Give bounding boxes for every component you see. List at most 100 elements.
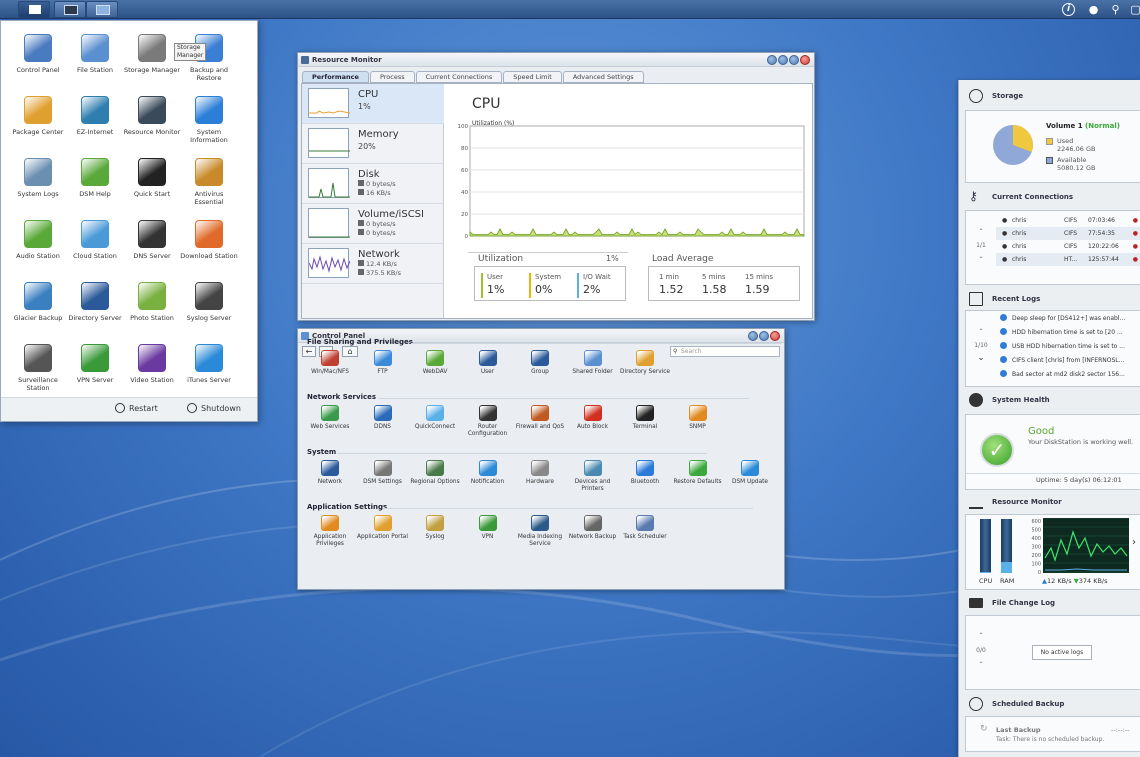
log-row[interactable]: Deep sleep for [DS412+] was enabl... (996, 313, 1140, 325)
user-icon[interactable]: ● (1086, 2, 1101, 17)
tab-process[interactable]: Process (369, 71, 415, 83)
connection-row[interactable]: ● ● chris CIFS 77:54:35 (996, 227, 1140, 240)
menu-item-glacier-backup[interactable]: Glacier Backup (9, 282, 67, 322)
kick-icon[interactable]: ● (1133, 253, 1138, 266)
prev-page-icon[interactable]: ⌃ (970, 632, 992, 639)
next-page-icon[interactable]: ⌄ (970, 658, 992, 665)
menu-item-download-station[interactable]: Download Station (180, 220, 238, 260)
cp-item-ftp[interactable]: FTP (357, 350, 409, 376)
connection-row[interactable]: ● ● chris CIFS 120:22:06 (996, 240, 1140, 253)
shutdown-button[interactable]: Shutdown (187, 403, 241, 413)
side-item-cpu[interactable]: CPU 1% (302, 84, 444, 124)
menu-item-storage-manager[interactable]: Storage Manager (123, 34, 181, 74)
cp-item-hardware[interactable]: Hardware (514, 460, 566, 486)
side-item-network[interactable]: Network 12.4 KB/s 375.5 KB/s (302, 244, 444, 284)
menu-item-vpn-server[interactable]: VPN Server (66, 344, 124, 384)
cp-item-ddns[interactable]: DDNS (357, 405, 409, 431)
menu-item-resource-monitor[interactable]: Resource Monitor (123, 96, 181, 136)
info-icon[interactable]: i (1062, 3, 1075, 16)
side-item-volumeiscsi[interactable]: Volume/iSCSI 0 bytes/s 0 bytes/s (302, 204, 444, 244)
cp-item-group[interactable]: Group (514, 350, 566, 376)
cp-item-syslog[interactable]: Syslog (409, 515, 461, 541)
prev-page-icon[interactable]: ⌃ (970, 328, 992, 335)
menu-item-control-panel[interactable]: Control Panel (9, 34, 67, 74)
cp-item-dsm-update[interactable]: DSM Update (724, 460, 776, 486)
cp-item-network-backup[interactable]: Network Backup (567, 515, 619, 541)
menu-item-quick-start[interactable]: Quick Start (123, 158, 181, 198)
log-row[interactable]: USB HDD hibernation time is set to ... (996, 341, 1140, 353)
log-row[interactable]: Bad sector at md2 disk2 sector 156... (996, 369, 1140, 381)
chevron-right-icon[interactable]: › (1132, 537, 1136, 548)
menu-item-audio-station[interactable]: Audio Station (9, 220, 67, 260)
taskbar-resource-monitor-button[interactable] (54, 1, 86, 18)
cp-item-snmp[interactable]: SNMP (672, 405, 724, 431)
connections-widget-header[interactable]: ⚷ Current Connections (959, 187, 1140, 207)
cp-item-firewall[interactable]: Firewall and QoS (514, 405, 566, 431)
cp-item-task-scheduler[interactable]: Task Scheduler (619, 515, 671, 541)
cp-item-regional-options[interactable]: Regional Options (409, 460, 461, 486)
menu-item-photo-station[interactable]: Photo Station (123, 282, 181, 322)
cp-item-restore-defaults[interactable]: Restore Defaults (672, 460, 724, 486)
resource-widget-header[interactable]: Resource Monitor (959, 492, 1140, 512)
kick-icon[interactable]: ● (1133, 227, 1138, 240)
side-item-memory[interactable]: Memory 20% (302, 124, 444, 164)
cp-item-auto-block[interactable]: Auto Block (567, 405, 619, 431)
cp-item-webdav[interactable]: WebDAV (409, 350, 461, 376)
search-icon[interactable]: ⚲ (1108, 2, 1123, 17)
menu-item-directory-server[interactable]: Directory Server (66, 282, 124, 322)
menu-item-package-center[interactable]: Package Center (9, 96, 67, 136)
menu-item-syslog-server[interactable]: Syslog Server (180, 282, 238, 322)
menu-item-antivirus[interactable]: Antivirus Essential (180, 158, 238, 206)
log-row[interactable]: HDD hibernation time is set to [20 ... (996, 327, 1140, 339)
log-row[interactable]: CIFS client [chris] from [INFERNOSL... (996, 355, 1140, 367)
widgets-icon[interactable]: ▢ (1128, 2, 1140, 17)
cp-item-router[interactable]: Router Configuration (462, 405, 514, 438)
restart-button[interactable]: Restart (115, 403, 158, 413)
health-widget-header[interactable]: System Health (959, 390, 1140, 410)
menu-item-info[interactable]: System Information (180, 96, 238, 144)
cp-item-media-indexing[interactable]: Media Indexing Service (514, 515, 566, 548)
kick-icon[interactable]: ● (1133, 214, 1138, 227)
cp-item-terminal[interactable]: Terminal (619, 405, 671, 431)
cp-item-network[interactable]: Network (304, 460, 356, 486)
cp-item-dsm-settings[interactable]: DSM Settings (357, 460, 409, 486)
storage-widget-header[interactable]: Storage (959, 86, 1140, 106)
side-item-disk[interactable]: Disk 0 bytes/s 16 KB/s (302, 164, 444, 204)
connection-row[interactable]: ● ● chris HT... 125:57:44 (996, 253, 1140, 266)
cp-item-web-services[interactable]: Web Services (304, 405, 356, 431)
menu-item-itunes-server[interactable]: iTunes Server (180, 344, 238, 384)
cp-item-shared-folder[interactable]: Shared Folder (567, 350, 619, 376)
cp-item-win-mac-nfs[interactable]: Win/Mac/NFS (304, 350, 356, 376)
menu-item-video-station[interactable]: Video Station (123, 344, 181, 384)
cp-item-user[interactable]: User (462, 350, 514, 376)
cp-item-bluetooth[interactable]: Bluetooth (619, 460, 671, 486)
filelog-widget-header[interactable]: File Change Log (959, 593, 1140, 613)
menu-item-file-station[interactable]: File Station (66, 34, 124, 74)
tab-current-connections[interactable]: Current Connections (415, 71, 503, 83)
tab-speed-limit[interactable]: Speed Limit (503, 71, 562, 83)
maximize-button[interactable] (789, 55, 799, 65)
connection-row[interactable]: ● ● chris CIFS 07:03:46 (996, 214, 1140, 227)
cp-item-notification[interactable]: Notification (462, 460, 514, 486)
cp-item-vpn[interactable]: VPN (462, 515, 514, 541)
cp-item-directory-service[interactable]: Directory Service (619, 350, 671, 376)
backup-widget-header[interactable]: Scheduled Backup (959, 694, 1140, 714)
tab-performance[interactable]: Performance (302, 71, 369, 83)
window-titlebar[interactable]: Resource Monitor (298, 53, 814, 67)
cp-item-app-portal[interactable]: Application Portal (357, 515, 409, 541)
menu-item-system-logs[interactable]: System Logs (9, 158, 67, 198)
menu-item-cloud-station[interactable]: Cloud Station (66, 220, 124, 260)
help-button[interactable] (767, 55, 777, 65)
taskbar-control-panel-button[interactable] (86, 1, 118, 18)
cp-item-app-privileges[interactable]: Application Privileges (304, 515, 356, 548)
next-page-icon[interactable]: ⌄ (970, 353, 992, 363)
kick-icon[interactable]: ● (1133, 240, 1138, 253)
cp-item-quickconnect[interactable]: QuickConnect (409, 405, 461, 431)
logs-widget-header[interactable]: Recent Logs (959, 289, 1140, 309)
menu-item-surveillance[interactable]: Surveillance Station (9, 344, 67, 392)
menu-item-dsm-help[interactable]: DSM Help (66, 158, 124, 198)
main-menu-button[interactable] (18, 1, 50, 18)
next-page-icon[interactable]: ⌄ (970, 253, 992, 260)
prev-page-icon[interactable]: ⌃ (970, 228, 992, 235)
menu-item-ez-internet[interactable]: EZ-Internet (66, 96, 124, 136)
